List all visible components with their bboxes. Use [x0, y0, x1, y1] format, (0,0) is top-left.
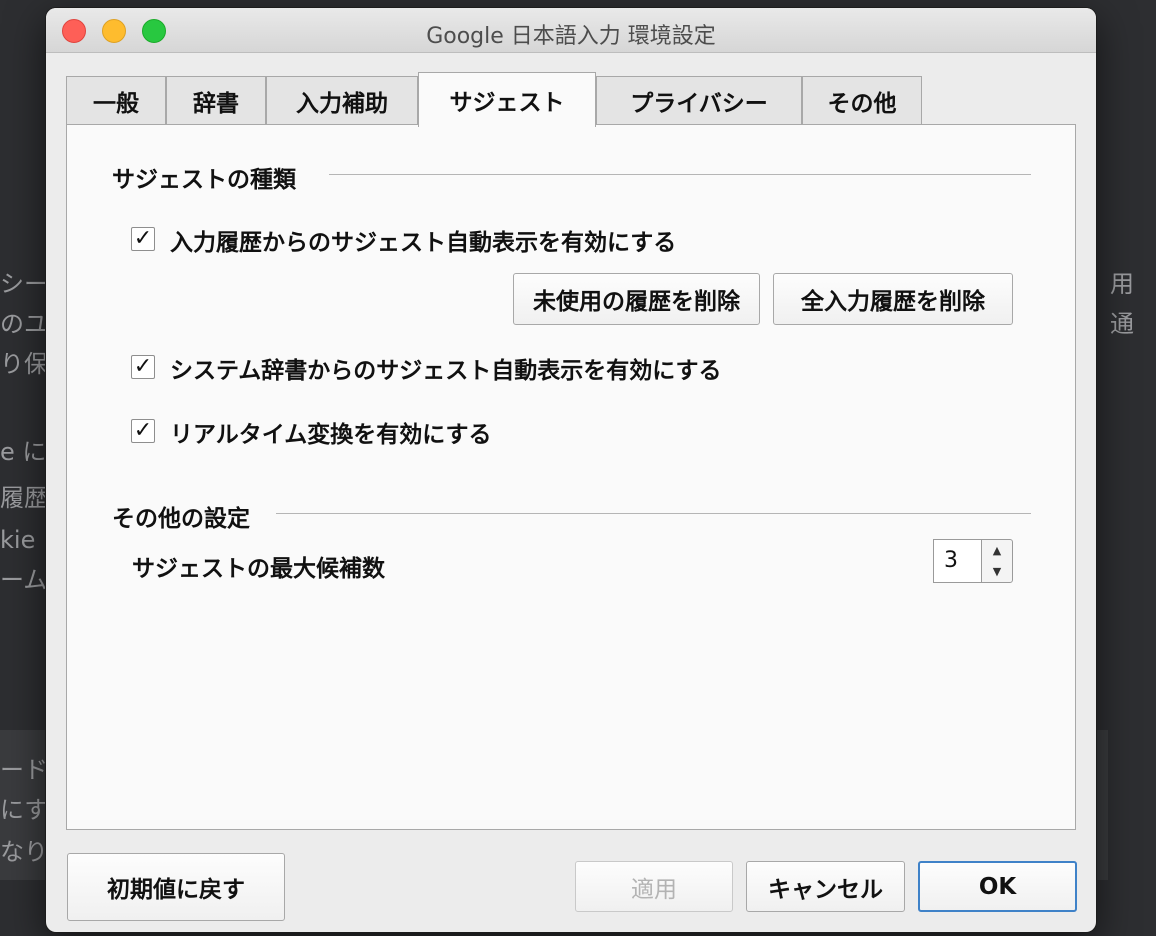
- tab-other[interactable]: その他: [802, 76, 922, 124]
- button-label: キャンセル: [768, 876, 883, 903]
- preferences-window: Google 日本語入力 環境設定 一般 辞書 入力補助 サジェスト プライバシ…: [46, 8, 1096, 932]
- max-candidates-stepper[interactable]: ▲ ▼: [981, 539, 1013, 583]
- background-text: 用: [1110, 270, 1134, 298]
- tab-general[interactable]: 一般: [66, 76, 166, 124]
- max-candidates-label: サジェストの最大候補数: [132, 556, 385, 582]
- ok-button[interactable]: OK: [918, 861, 1077, 912]
- tab-dictionary[interactable]: 辞書: [166, 76, 266, 124]
- background-text: 履歴: [0, 484, 48, 512]
- apply-button[interactable]: 適用: [575, 861, 733, 912]
- tab-privacy[interactable]: プライバシー: [596, 76, 802, 124]
- section-divider: [276, 513, 1031, 514]
- background-text: なり: [0, 838, 48, 866]
- reset-defaults-button[interactable]: 初期値に戻す: [67, 853, 285, 921]
- tab-label: 辞書: [193, 90, 239, 117]
- check-mark-icon: ✓: [133, 418, 153, 443]
- realtime-conversion-label: リアルタイム変換を有効にする: [170, 422, 492, 448]
- button-label: 未使用の履歴を削除: [533, 289, 740, 315]
- delete-unused-history-button[interactable]: 未使用の履歴を削除: [513, 273, 760, 325]
- background-text: 通: [1110, 310, 1134, 338]
- stepper-down-icon[interactable]: ▼: [982, 561, 1012, 582]
- check-mark-icon: ✓: [133, 354, 153, 379]
- history-suggest-label: 入力履歴からのサジェスト自動表示を有効にする: [170, 230, 677, 256]
- tab-label: サジェスト: [449, 90, 565, 116]
- history-suggest-checkbox[interactable]: ✓: [131, 227, 155, 251]
- cancel-button[interactable]: キャンセル: [746, 861, 905, 912]
- system-dictionary-suggest-label: システム辞書からのサジェスト自動表示を有効にする: [170, 358, 722, 384]
- title-bar: Google 日本語入力 環境設定: [46, 8, 1096, 53]
- tab-label: プライバシー: [630, 90, 768, 117]
- stepper-up-icon[interactable]: ▲: [982, 540, 1012, 561]
- button-label: 初期値に戻す: [107, 877, 245, 903]
- tab-label: その他: [827, 90, 897, 117]
- button-label: 全入力履歴を削除: [801, 289, 985, 315]
- button-label: OK: [978, 873, 1017, 900]
- max-candidates-field[interactable]: 3: [933, 539, 981, 583]
- tab-suggest[interactable]: サジェスト: [418, 72, 596, 127]
- background-text: ーム: [0, 566, 48, 594]
- delete-all-history-button[interactable]: 全入力履歴を削除: [773, 273, 1013, 325]
- window-title: Google 日本語入力 環境設定: [426, 24, 716, 49]
- system-dictionary-suggest-checkbox[interactable]: ✓: [131, 355, 155, 379]
- button-label: 適用: [631, 876, 677, 903]
- suggest-settings-panel: サジェストの種類 ✓ 入力履歴からのサジェスト自動表示を有効にする 未使用の履歴…: [66, 124, 1076, 830]
- background-text: のユ: [0, 310, 48, 338]
- background-text: り保: [0, 350, 48, 378]
- check-mark-icon: ✓: [133, 226, 153, 251]
- tab-label: 一般: [93, 90, 139, 117]
- background-text: にす: [0, 796, 49, 824]
- section-divider: [329, 174, 1031, 175]
- background-text: シー: [0, 270, 48, 298]
- tab-label: 入力補助: [296, 90, 388, 117]
- tab-input-assist[interactable]: 入力補助: [266, 76, 418, 124]
- suggest-types-heading: サジェストの種類: [112, 167, 296, 193]
- background-text: e に: [0, 438, 47, 466]
- realtime-conversion-checkbox[interactable]: ✓: [131, 419, 155, 443]
- other-settings-heading: その他の設定: [112, 506, 250, 532]
